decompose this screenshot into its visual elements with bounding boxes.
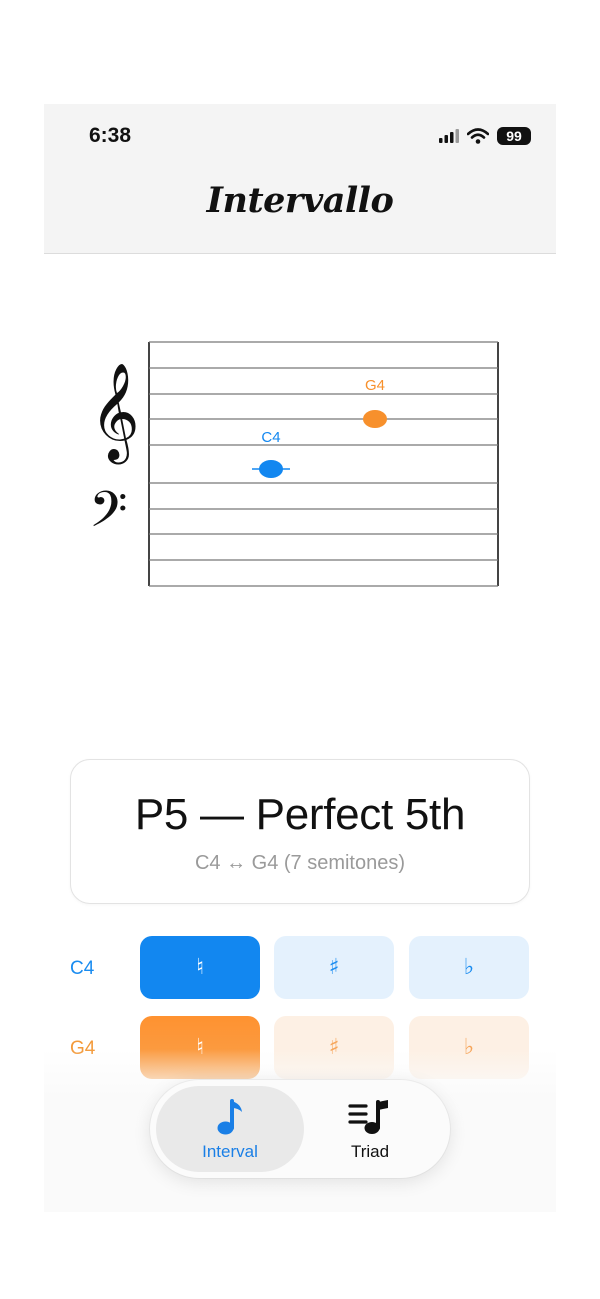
tab-interval[interactable]: Interval: [156, 1086, 304, 1172]
tab-bar: Interval Triad: [150, 1080, 450, 1178]
tab-label-interval: Interval: [202, 1142, 258, 1161]
interval-detail: C4 ↔ G4 (7 semitones): [194, 852, 406, 874]
music-list-icon: [348, 1100, 388, 1134]
status-time: 6:38: [89, 124, 132, 147]
note-c4: [259, 460, 283, 478]
treble-staff-lines: [149, 341, 498, 446]
bass-clef-icon: 𝄢: [89, 481, 128, 551]
tab-label-triad: Triad: [350, 1142, 390, 1161]
note-label-g4: G4: [365, 377, 385, 394]
grand-staff: 𝄞 𝄢 C4 G4: [89, 341, 499, 587]
tab-triad[interactable]: Triad: [296, 1086, 444, 1172]
bass-staff-lines: [149, 482, 498, 587]
row-label-c4: C4: [70, 958, 95, 979]
app-title: Intervallo: [206, 180, 394, 221]
c4-flat-button[interactable]: ♭: [409, 936, 529, 999]
app-screen: 6:38 99 Intervallo 𝄞 𝄢 C4 G4 P5 — Perfec…: [44, 104, 556, 1212]
signal-icon: [439, 129, 459, 143]
c4-natural-button[interactable]: ♮: [140, 936, 260, 999]
status-icons: 99: [439, 126, 531, 146]
battery-icon: 99: [497, 127, 531, 145]
wifi-icon: [467, 128, 489, 144]
interval-name: P5 — Perfect 5th: [134, 790, 466, 839]
treble-clef-icon: 𝄞: [90, 362, 140, 464]
c4-sharp-button[interactable]: ♯: [274, 936, 394, 999]
interval-result-card: P5 — Perfect 5th C4 ↔ G4 (7 semitones): [70, 759, 530, 904]
accidental-row-c4: C4 ♮ ♯ ♭: [44, 936, 556, 1000]
navigation-header: 6:38 99 Intervallo: [44, 104, 556, 254]
music-note-icon: [217, 1099, 242, 1135]
note-g4: [363, 410, 387, 428]
note-label-c4: C4: [261, 429, 280, 446]
